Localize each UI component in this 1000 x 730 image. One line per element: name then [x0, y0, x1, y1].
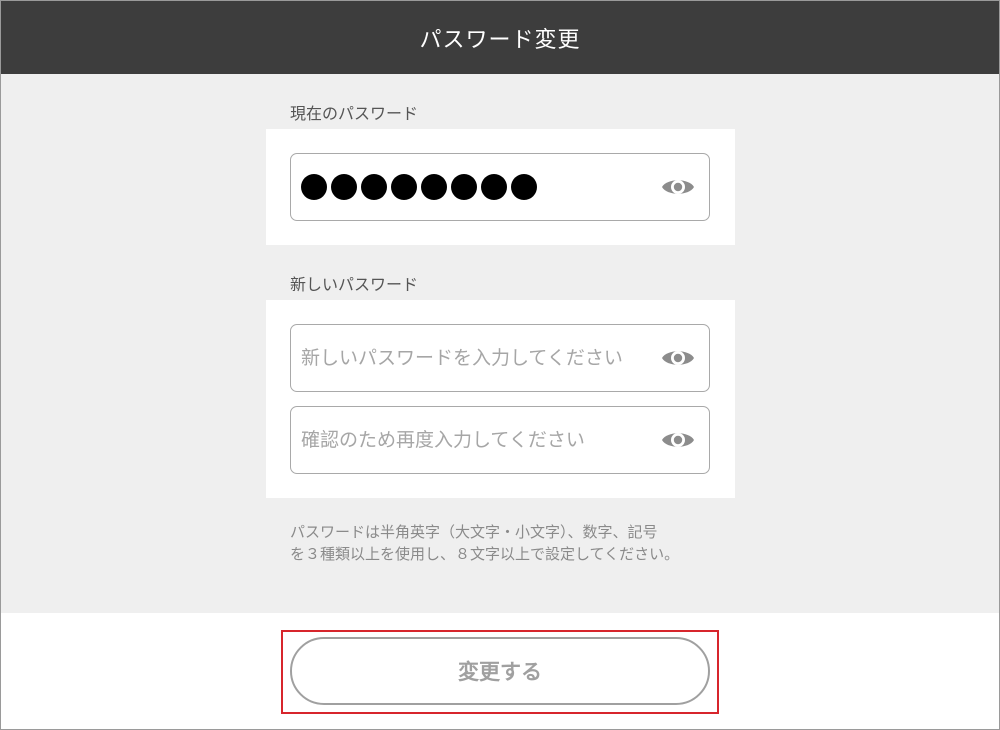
submit-button-label: 変更する [458, 660, 542, 684]
password-requirements-hint: パスワードは半角英字（大文字・小文字）、数字、記号 を３種類以上を使用し、８文字… [290, 521, 730, 565]
password-mask-dot [361, 174, 387, 200]
header-bar: パスワード変更 [1, 1, 999, 74]
page-title: パスワード変更 [419, 27, 581, 53]
eye-icon[interactable] [661, 428, 695, 452]
password-mask-dot [391, 174, 417, 200]
footer-area: 変更する [1, 613, 999, 729]
current-password-field[interactable] [290, 153, 710, 221]
new-password-input[interactable]: 新しいパスワードを入力してください [290, 324, 710, 392]
eye-icon[interactable] [661, 346, 695, 370]
eye-icon[interactable] [661, 175, 695, 199]
password-mask-dot [511, 174, 537, 200]
new-password-label: 新しいパスワード [290, 275, 419, 294]
new-password-placeholder: 新しいパスワードを入力してください [301, 347, 623, 369]
hint-line: を３種類以上を使用し、８文字以上で設定してください。 [290, 545, 680, 563]
confirm-password-input[interactable]: 確認のため再度入力してください [290, 406, 710, 474]
masked-password-value [301, 154, 537, 220]
confirm-password-placeholder: 確認のため再度入力してください [301, 429, 585, 451]
hint-line: パスワードは半角英字（大文字・小文字）、数字、記号 [290, 523, 658, 541]
password-mask-dot [481, 174, 507, 200]
current-password-label: 現在のパスワード [290, 104, 419, 123]
password-change-screen: パスワード変更 現在のパスワード 新しいパスワード 新しいパスワードを入力してく… [0, 0, 1000, 730]
password-mask-dot [451, 174, 477, 200]
password-mask-dot [421, 174, 447, 200]
password-mask-dot [301, 174, 327, 200]
submit-button[interactable]: 変更する [290, 637, 710, 705]
password-mask-dot [331, 174, 357, 200]
